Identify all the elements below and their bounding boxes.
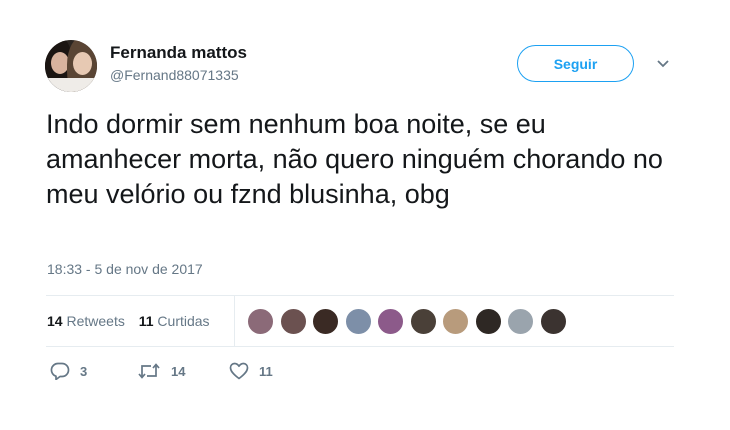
likes-count: 11 (138, 313, 154, 329)
retweet-action[interactable]: 14 (137, 362, 185, 380)
liker-avatar[interactable] (247, 308, 274, 335)
liker-avatar[interactable] (344, 308, 372, 335)
chevron-down-icon[interactable] (655, 58, 671, 70)
reply-count: 3 (80, 363, 88, 379)
profile-avatar[interactable] (45, 40, 97, 92)
avatar-shirt (45, 78, 97, 92)
liker-avatar[interactable] (539, 308, 567, 335)
retweet-icon (138, 363, 160, 379)
divider-bottom (46, 346, 674, 347)
follow-button[interactable]: Seguir (517, 45, 634, 82)
liker-avatars (247, 308, 572, 335)
user-handle[interactable]: @Fernand88071335 (110, 67, 239, 83)
liker-avatar[interactable] (409, 308, 437, 335)
liker-avatar[interactable] (312, 308, 339, 335)
avatar-face-right (73, 52, 92, 75)
tweet-timestamp[interactable]: 18:33 - 5 de nov de 2017 (47, 261, 203, 277)
reply-action[interactable]: 3 (50, 362, 87, 380)
liker-avatar[interactable] (377, 308, 404, 335)
like-count: 11 (259, 363, 273, 379)
liker-avatar[interactable] (442, 308, 469, 335)
retweets-label: Retweets (66, 313, 125, 329)
engagement-stats: 14 Retweets 11 Curtidas (47, 313, 210, 329)
liker-avatar[interactable] (507, 308, 534, 335)
heart-icon (229, 362, 249, 380)
tweet-text: Indo dormir sem nenhum boa noite, se eu … (46, 109, 663, 209)
liker-avatar[interactable] (474, 308, 502, 335)
divider-top (46, 295, 674, 296)
reply-icon (50, 362, 70, 380)
retweets-count: 14 (47, 313, 63, 329)
display-name[interactable]: Fernanda mattos (110, 43, 247, 63)
retweets-stat[interactable]: 14 Retweets (47, 313, 125, 329)
retweet-count: 14 (171, 363, 186, 379)
like-action[interactable]: 11 (229, 362, 273, 380)
likes-stat[interactable]: 11 Curtidas (139, 313, 210, 329)
likes-label: Curtidas (157, 313, 210, 329)
liker-avatar[interactable] (279, 308, 307, 335)
stats-separator (234, 296, 235, 346)
